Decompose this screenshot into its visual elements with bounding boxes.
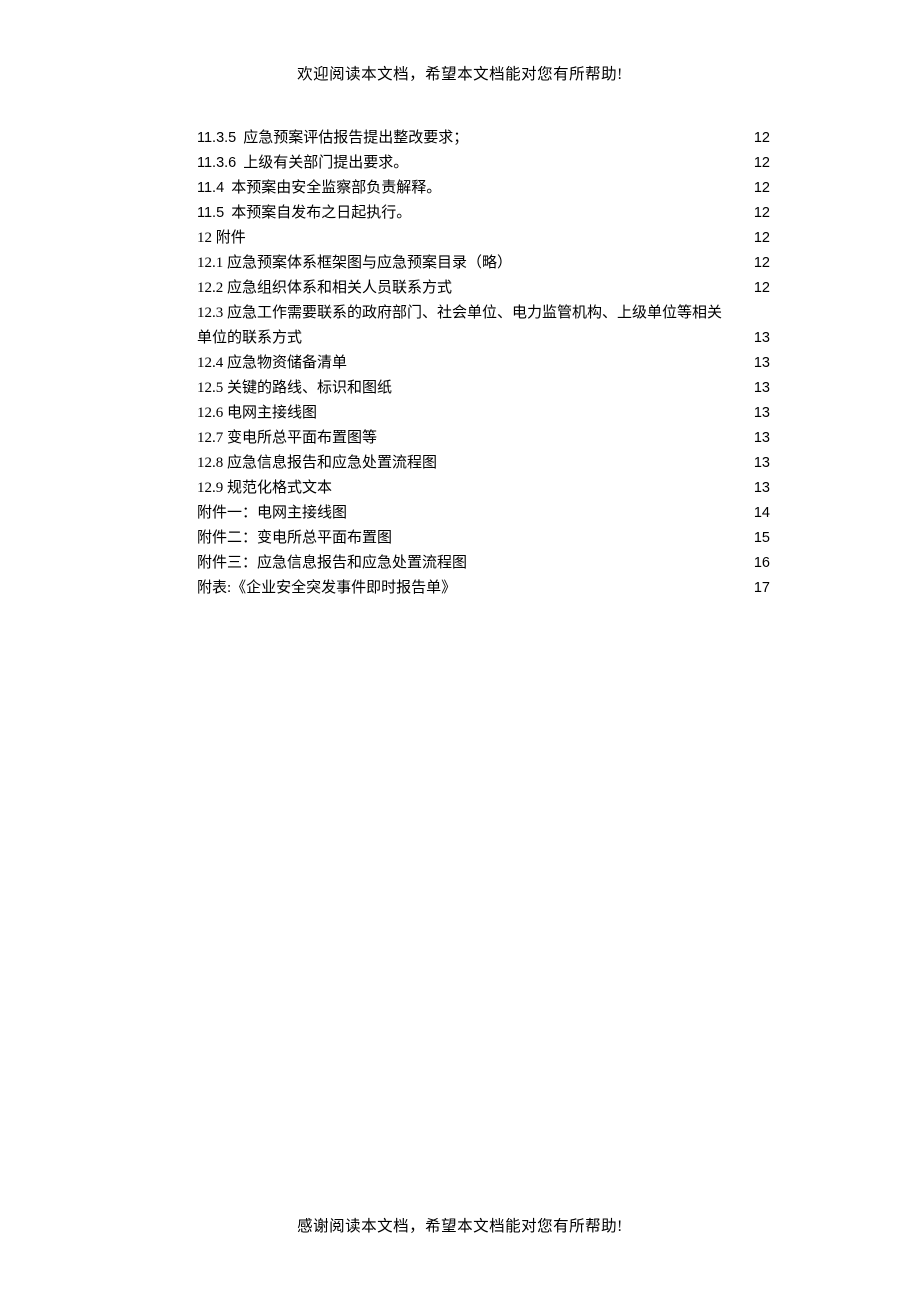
document-header: 欢迎阅读本文档，希望本文档能对您有所帮助! xyxy=(0,0,920,84)
toc-entry: 11.3.6 上级有关部门提出要求。 12 xyxy=(197,151,770,176)
toc-title-text: 应急信息报告和应急处置流程图 xyxy=(227,455,437,471)
toc-title-text: 应急组织体系和相关人员联系方式 xyxy=(227,280,452,296)
toc-page-number: 13 xyxy=(752,426,770,451)
toc-title: 应急工作需要联系的政府部门、社会单位、电力监管机构、上级单位等相关 xyxy=(227,305,722,321)
toc-number: 12.2 xyxy=(197,280,227,296)
toc-page-number: 13 xyxy=(752,451,770,476)
toc-number: 12.1 xyxy=(197,255,227,271)
toc-number: 12.9 xyxy=(197,480,227,496)
toc-page-number: 12 xyxy=(752,276,770,301)
toc-entry: 12.9 规范化格式文本 13 xyxy=(197,476,770,501)
toc-number: 12.3 xyxy=(197,305,227,321)
toc-entry: 附件一：电网主接线图 14 xyxy=(197,501,770,526)
toc-number: 12.5 xyxy=(197,380,227,396)
toc-title-text: 应急预案评估报告提出整改要求； xyxy=(243,130,468,146)
toc-title-text: 附件 xyxy=(216,230,246,246)
toc-entry: 12.6 电网主接线图 13 xyxy=(197,401,770,426)
toc-entry: 附表:《企业安全突发事件即时报告单》 17 xyxy=(197,576,770,601)
toc-number: 12.6 xyxy=(197,405,227,421)
toc-entry: 附件三：应急信息报告和应急处置流程图 16 xyxy=(197,551,770,576)
toc-title-text: 本预案由安全监察部负责解释。 xyxy=(231,180,441,196)
toc-title-text: 附表:《企业安全突发事件即时报告单》 xyxy=(197,580,456,596)
toc-entry: 12.7 变电所总平面布置图等 13 xyxy=(197,426,770,451)
toc-number: 12 xyxy=(197,230,216,246)
toc-entry: 12.2 应急组织体系和相关人员联系方式 12 xyxy=(197,276,770,301)
toc-number: 11.3.6 xyxy=(197,155,240,171)
toc-title-text: 附件三：应急信息报告和应急处置流程图 xyxy=(197,555,467,571)
toc-entry: 12.1 应急预案体系框架图与应急预案目录（略） 12 xyxy=(197,251,770,276)
toc-title-text: 规范化格式文本 xyxy=(227,480,332,496)
toc-title-text: 关键的路线、标识和图纸 xyxy=(227,380,392,396)
toc-page-number: 12 xyxy=(752,251,770,276)
toc-title-text: 电网主接线图 xyxy=(227,405,317,421)
toc-page-number: 16 xyxy=(752,551,770,576)
toc-entry: 12 附件12 xyxy=(197,226,770,251)
toc-title-text: 附件二：变电所总平面布置图 xyxy=(197,530,392,546)
toc-page-number: 17 xyxy=(752,576,770,601)
toc-number: 12.7 xyxy=(197,430,227,446)
toc-entry: 11.3.5 应急预案评估报告提出整改要求； 12 xyxy=(197,126,770,151)
toc-container: 11.3.5 应急预案评估报告提出整改要求；1211.3.6 上级有关部门提出要… xyxy=(0,84,920,601)
toc-entry: 12.3 应急工作需要联系的政府部门、社会单位、电力监管机构、上级单位等相关单位… xyxy=(197,301,770,351)
toc-entry: 11.4 本预案由安全监察部负责解释。 12 xyxy=(197,176,770,201)
toc-entry: 11.5 本预案自发布之日起执行。 12 xyxy=(197,201,770,226)
toc-page-number: 12 xyxy=(752,226,770,251)
toc-title-text: 应急预案体系框架图与应急预案目录（略） xyxy=(227,255,512,271)
toc-title-text: 应急物资储备清单 xyxy=(227,355,347,371)
toc-page-number: 13 xyxy=(752,476,770,501)
toc-number: 11.5 xyxy=(197,205,228,221)
toc-page-number: 13 xyxy=(752,326,770,351)
toc-page-number: 13 xyxy=(752,401,770,426)
toc-page-number: 15 xyxy=(752,526,770,551)
toc-entry: 12.8 应急信息报告和应急处置流程图 13 xyxy=(197,451,770,476)
toc-page-number: 12 xyxy=(752,201,770,226)
toc-page-number: 14 xyxy=(752,501,770,526)
toc-entry: 12.4 应急物资储备清单 13 xyxy=(197,351,770,376)
toc-number: 12.8 xyxy=(197,455,227,471)
toc-page-number: 13 xyxy=(752,351,770,376)
toc-page-number: 12 xyxy=(752,176,770,201)
toc-title-text: 上级有关部门提出要求。 xyxy=(243,155,408,171)
toc-number: 12.4 xyxy=(197,355,227,371)
toc-entry: 附件二：变电所总平面布置图 15 xyxy=(197,526,770,551)
toc-page-number: 13 xyxy=(752,376,770,401)
document-footer: 感谢阅读本文档，希望本文档能对您有所帮助! xyxy=(0,1214,920,1236)
toc-number: 11.4 xyxy=(197,180,228,196)
toc-title-text: 附件一：电网主接线图 xyxy=(197,505,347,521)
toc-title-cont: 单位的联系方式 xyxy=(197,326,302,351)
toc-title-text: 本预案自发布之日起执行。 xyxy=(231,205,411,221)
toc-page-number: 12 xyxy=(752,126,770,151)
toc-title-text: 变电所总平面布置图等 xyxy=(227,430,377,446)
toc-number: 11.3.5 xyxy=(197,130,240,146)
toc-entry: 12.5 关键的路线、标识和图纸 13 xyxy=(197,376,770,401)
toc-page-number: 12 xyxy=(752,151,770,176)
